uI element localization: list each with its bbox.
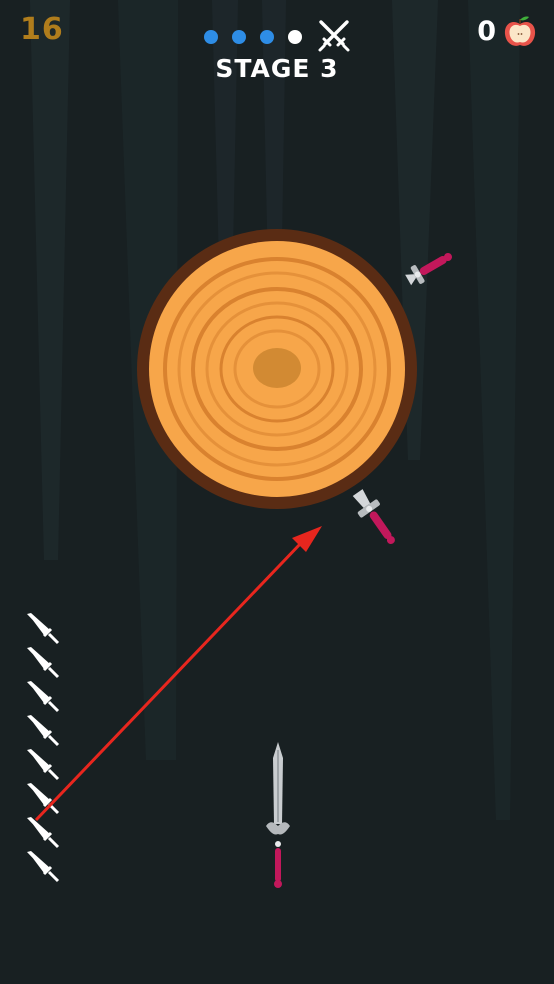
remaining-knife-icon: [27, 681, 60, 713]
stage-progress: [204, 30, 314, 44]
remaining-knife-icon: [27, 817, 60, 849]
remaining-knife-icon: [27, 851, 60, 883]
apple-counter: 0: [477, 16, 496, 47]
stage-dot-3: [260, 30, 274, 44]
remaining-knife-icon: [27, 715, 60, 747]
stage-dot-4: [288, 30, 302, 44]
wooden-log-target: [137, 229, 417, 509]
stage-dot-2: [232, 30, 246, 44]
stuck-knife: [352, 489, 395, 545]
remaining-knife-icon: [27, 783, 60, 815]
score-counter: 16: [20, 12, 64, 47]
remaining-knife-icon: [27, 613, 60, 645]
remaining-knives: [26, 612, 70, 892]
remaining-knife-icon: [27, 647, 60, 679]
apple-icon: [504, 16, 536, 46]
stuck-knife: [405, 253, 452, 286]
stage-label: STAGE 3: [215, 54, 339, 83]
ready-sword[interactable]: [258, 740, 298, 892]
crossed-swords-icon: [318, 20, 350, 52]
remaining-knife-icon: [27, 749, 60, 781]
stage-dot-1: [204, 30, 218, 44]
game-canvas[interactable]: 16 STAGE 3 0: [0, 0, 554, 984]
